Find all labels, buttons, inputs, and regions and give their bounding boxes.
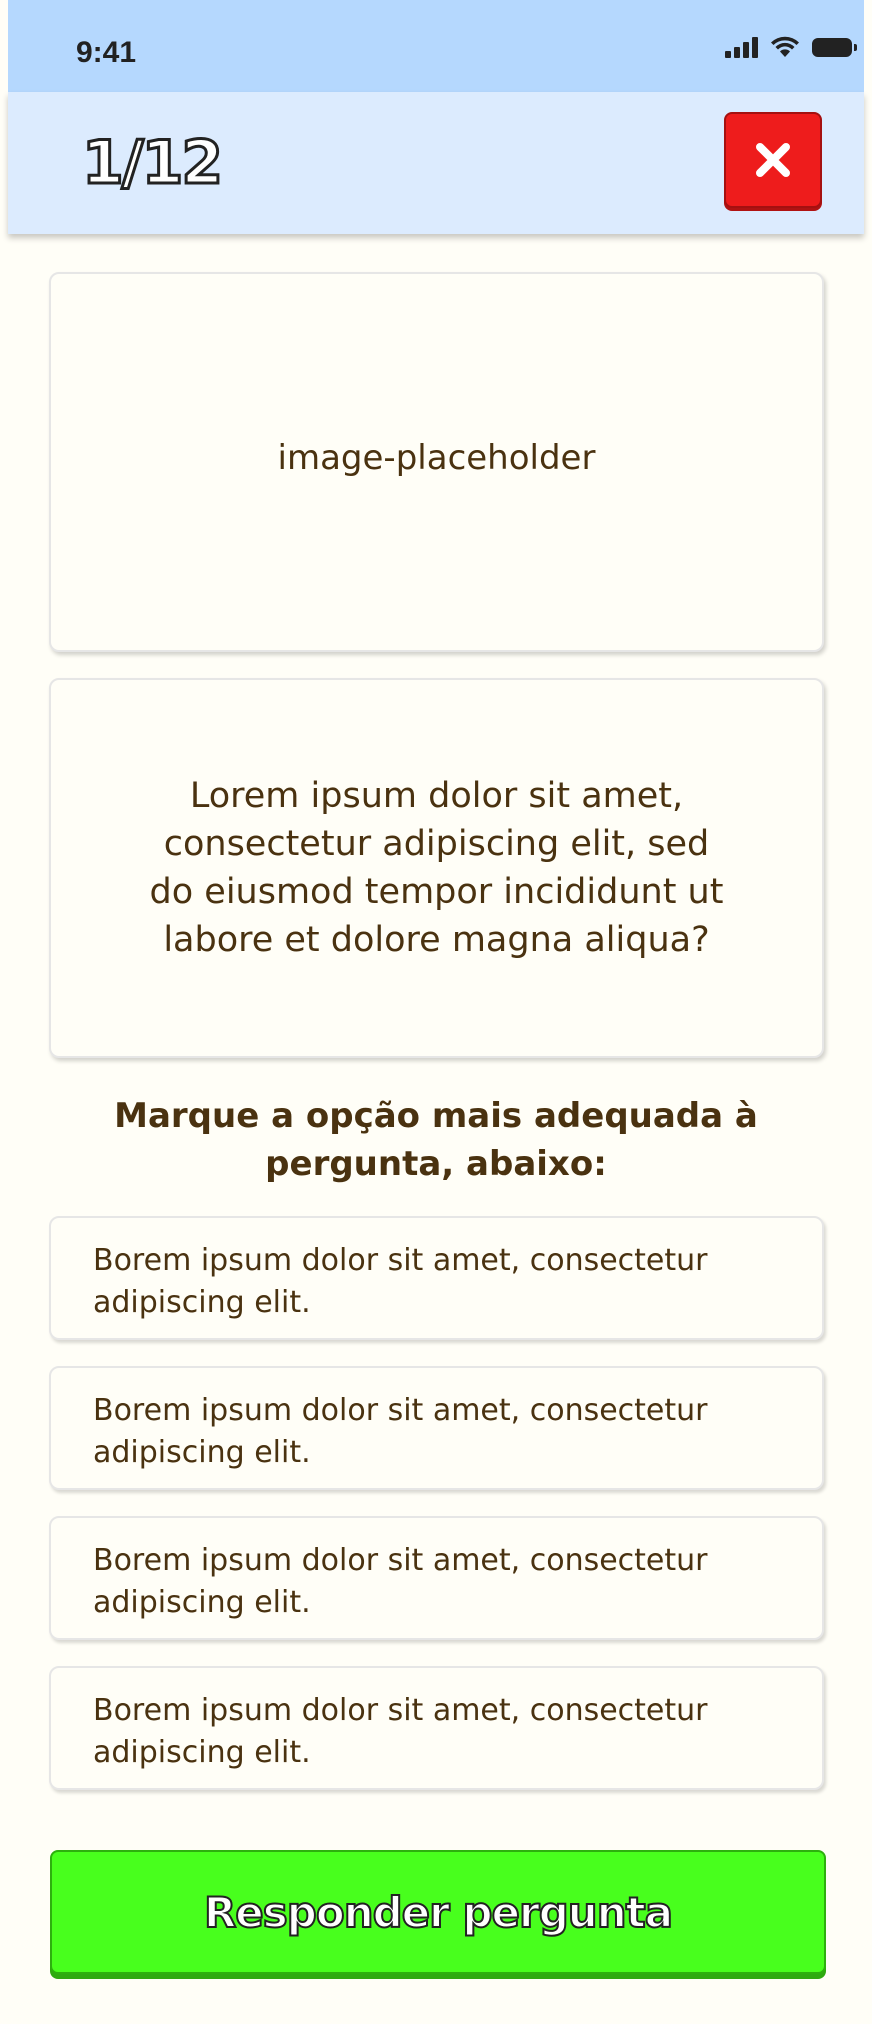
question-image: image-placeholder xyxy=(49,272,824,652)
submit-answer-label: Responder pergunta xyxy=(203,1887,674,1938)
answer-option[interactable]: Borem ipsum dolor sit amet, consectetur … xyxy=(49,1366,824,1490)
question-card: Lorem ipsum dolor sit amet, consectetur … xyxy=(49,678,824,1058)
close-icon xyxy=(756,143,790,177)
status-time: 9:41 xyxy=(76,36,137,69)
close-button[interactable] xyxy=(724,112,822,208)
status-bar: 9:41 xyxy=(8,0,864,92)
instruction-text: Marque a opção mais adequada à pergunta,… xyxy=(114,1096,758,1184)
question-progress: 1/12 xyxy=(80,127,224,200)
answer-option[interactable]: Borem ipsum dolor sit amet, consectetur … xyxy=(49,1516,824,1640)
quiz-header: 1/12 xyxy=(8,92,864,234)
answer-option[interactable]: Borem ipsum dolor sit amet, consectetur … xyxy=(49,1666,824,1790)
battery-icon xyxy=(812,37,857,57)
image-placeholder-label: image-placeholder xyxy=(277,438,596,478)
answer-option[interactable]: Borem ipsum dolor sit amet, consectetur … xyxy=(49,1216,824,1340)
cellular-signal-icon xyxy=(725,36,758,58)
wifi-icon xyxy=(771,36,799,57)
status-icons xyxy=(725,36,857,58)
question-text: Lorem ipsum dolor sit amet, consectetur … xyxy=(149,776,724,960)
submit-answer-button[interactable]: Responder pergunta xyxy=(50,1850,826,1974)
